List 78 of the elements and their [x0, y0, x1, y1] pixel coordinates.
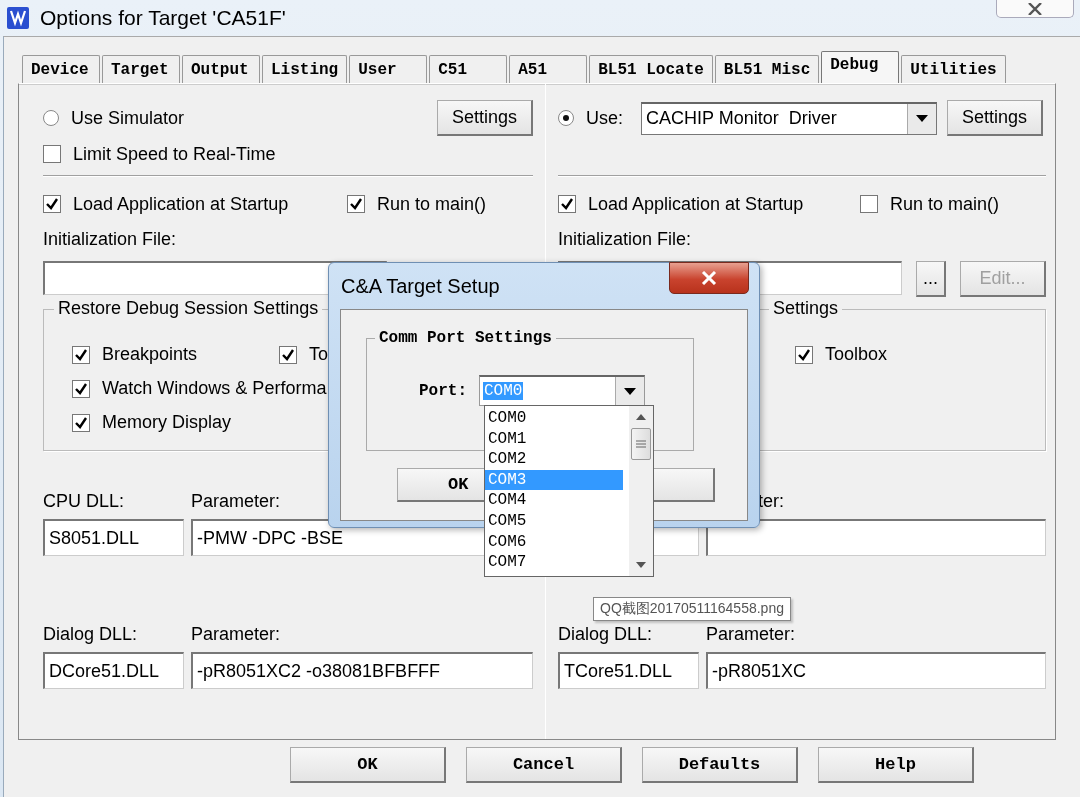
list-item[interactable]: COM2 [485, 449, 623, 470]
radio-button[interactable] [43, 110, 59, 126]
close-icon [701, 271, 717, 285]
input-field[interactable]: DCore51.DLL [43, 652, 184, 689]
radio-label: Use Simulator [71, 107, 185, 129]
window-title: Options for Target 'CA51F' [40, 6, 286, 30]
field-label: Dialog DLL: [558, 623, 654, 645]
popup-title: C&A Target Setup [341, 274, 500, 298]
checkbox-label: Run to main() [377, 193, 487, 215]
checkbox-label: Toolbox [825, 344, 888, 365]
dialog-button[interactable]: Defaults [642, 747, 798, 783]
scroll-down-icon[interactable] [636, 562, 646, 568]
checkbox-label: Breakpoints [102, 344, 198, 365]
tab[interactable]: Device [22, 55, 100, 83]
field-label: Parameter: [191, 623, 281, 645]
checkbox-label: Watch Windows & Performa [102, 378, 327, 399]
dialog-button[interactable]: Cancel [466, 747, 622, 783]
checkbox[interactable] [72, 345, 90, 364]
list-item[interactable]: COM1 [485, 428, 623, 450]
radio-label: Use: [586, 107, 623, 129]
field-label: Port: [419, 381, 467, 400]
tab[interactable]: Debug [821, 51, 900, 83]
tab[interactable]: User [349, 55, 428, 83]
input-field[interactable] [706, 519, 1046, 556]
scroll-up-icon[interactable] [636, 414, 646, 420]
tab[interactable]: A51 [509, 55, 588, 83]
checkbox[interactable] [860, 195, 878, 213]
field-label: Parameter: [191, 490, 281, 512]
checkbox-label: Load Application at Startup [73, 193, 289, 215]
field-label: Parameter: [706, 623, 796, 645]
checkbox-label: Memory Display [102, 412, 232, 433]
field-label: CPU DLL: [43, 490, 126, 512]
settings-button[interactable]: Settings [947, 100, 1043, 136]
dialog-button[interactable]: Help [818, 747, 974, 783]
input-field[interactable]: -pR8051XC2 -o38081BFBFFF [191, 652, 533, 689]
list-item[interactable]: COM0 [485, 408, 623, 429]
group-title: Restore Debug Session Settings [54, 298, 323, 319]
checkbox-label: To [309, 344, 328, 365]
checkbox-label: Load Application at Startup [588, 193, 804, 215]
caret-icon [916, 115, 928, 122]
tab[interactable]: Output [182, 55, 260, 83]
checkbox[interactable] [279, 345, 297, 364]
checkbox-label: Limit Speed to Real-Time [73, 143, 276, 165]
input-field[interactable]: -pR8051XC [706, 652, 1046, 689]
field-label: Initialization File: [43, 228, 177, 250]
close-button[interactable] [669, 262, 749, 294]
driver-dropdown[interactable]: CACHIP Monitor Driver [641, 101, 937, 135]
radio-button[interactable] [558, 110, 574, 126]
tab[interactable]: C51 [429, 55, 508, 83]
tab[interactable]: Target [102, 55, 180, 83]
tab[interactable]: Listing [262, 55, 348, 83]
checkbox[interactable] [43, 145, 61, 163]
checkbox[interactable] [72, 413, 90, 432]
input-field[interactable]: TCore51.DLL [558, 652, 699, 689]
checkbox[interactable] [558, 195, 576, 213]
checkbox[interactable] [795, 345, 813, 364]
checkbox[interactable] [43, 195, 61, 213]
group-title: Comm Port Settings [375, 329, 556, 347]
field-label: Dialog DLL: [43, 623, 139, 645]
app-icon [6, 6, 30, 30]
tab[interactable]: BL51 Misc [714, 55, 820, 83]
caret-icon [624, 387, 636, 395]
input-field[interactable]: S8051.DLL [43, 519, 184, 556]
tooltip: QQ截图20170511164558.png [593, 597, 791, 621]
checkbox-label: Run to main() [890, 193, 1000, 215]
scroll-thumb[interactable] [631, 428, 651, 460]
browse-button[interactable]: ... [916, 261, 946, 297]
tab[interactable]: BL51 Locate [589, 55, 713, 83]
field-label: Initialization File: [558, 228, 692, 250]
scrollbar[interactable] [629, 406, 653, 576]
settings-button[interactable]: Settings [437, 100, 533, 136]
group-title: Settings [769, 298, 843, 319]
dialog-button[interactable]: OK [290, 747, 446, 783]
checkbox[interactable] [347, 195, 365, 213]
checkbox[interactable] [72, 379, 90, 398]
close-button[interactable] [996, 0, 1074, 18]
tab[interactable]: Utilities [901, 55, 1006, 83]
grip-icon [636, 440, 646, 448]
